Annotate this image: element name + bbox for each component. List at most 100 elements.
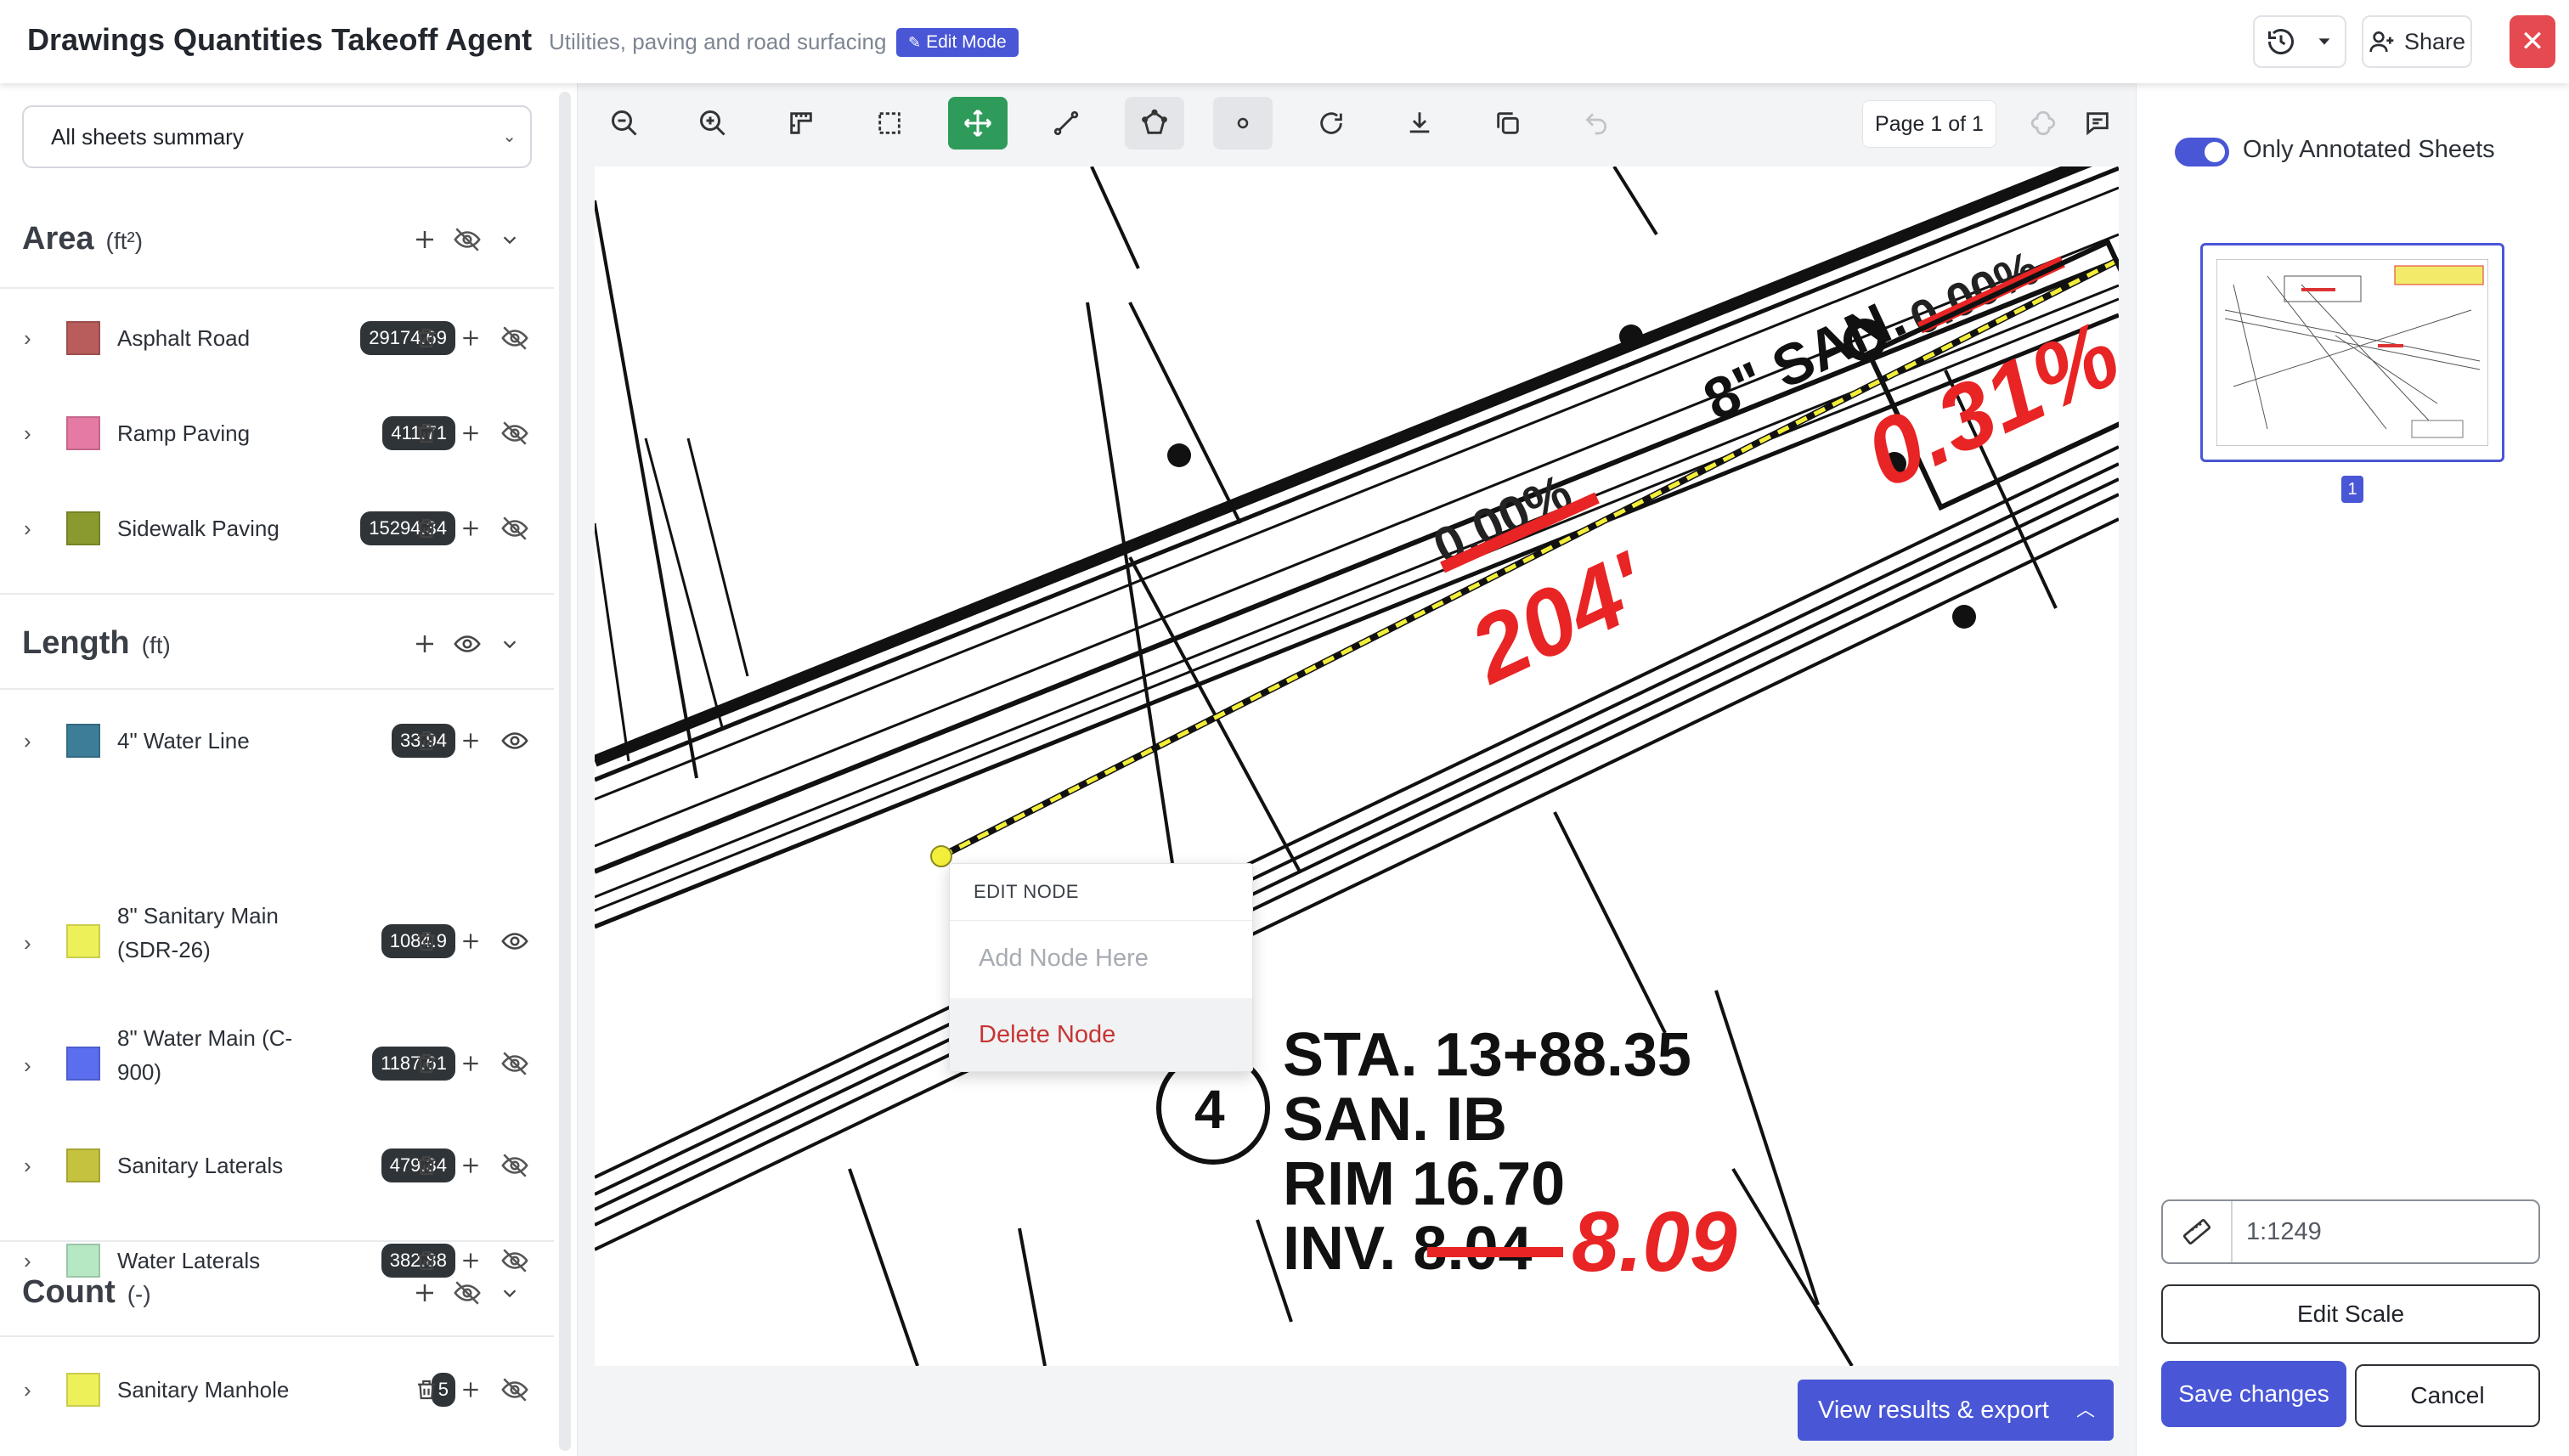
color-swatch[interactable] bbox=[66, 924, 100, 958]
chevron-down-icon[interactable] bbox=[494, 629, 525, 659]
sheet-select[interactable]: All sheets summary ⌄ bbox=[22, 105, 532, 168]
eye-icon[interactable] bbox=[500, 926, 530, 957]
download-icon[interactable] bbox=[1390, 97, 1449, 150]
add-icon[interactable] bbox=[455, 725, 486, 756]
list-item-sidewalk-paving[interactable]: › Sidewalk Paving 15294.34 bbox=[0, 486, 554, 571]
add-icon[interactable] bbox=[455, 1048, 486, 1079]
undo-icon[interactable] bbox=[1567, 97, 1626, 150]
measure-icon[interactable] bbox=[771, 97, 831, 150]
only-annotated-toggle[interactable] bbox=[2175, 138, 2229, 166]
comment-icon[interactable] bbox=[2068, 97, 2127, 150]
project-subtitle: Utilities, paving and road surfacing bbox=[549, 29, 887, 54]
point-icon[interactable] bbox=[1213, 97, 1273, 150]
delete-node-menu-item[interactable]: Delete Node bbox=[950, 998, 1252, 1071]
save-changes-button[interactable]: Save changes bbox=[2161, 1361, 2346, 1427]
color-swatch[interactable] bbox=[66, 416, 100, 450]
eye-off-icon[interactable] bbox=[452, 224, 483, 255]
color-swatch[interactable] bbox=[66, 1148, 100, 1182]
chevron-down-icon[interactable] bbox=[494, 1278, 525, 1308]
trash-icon[interactable] bbox=[411, 513, 442, 544]
share-button[interactable]: Share bbox=[2362, 15, 2472, 68]
trash-icon[interactable] bbox=[411, 1048, 442, 1079]
color-swatch[interactable] bbox=[66, 1047, 100, 1081]
chevron-right-icon[interactable]: › bbox=[24, 391, 31, 476]
chevron-right-icon[interactable]: › bbox=[24, 486, 31, 571]
add-icon[interactable] bbox=[409, 224, 440, 255]
scale-input[interactable]: 1:1249 bbox=[2246, 1201, 2322, 1262]
eye-off-icon[interactable] bbox=[500, 1150, 530, 1181]
list-item-sanitary-laterals[interactable]: › Sanitary Laterals 479.34 bbox=[0, 1123, 554, 1208]
chevron-right-icon[interactable]: › bbox=[24, 1123, 31, 1208]
color-swatch[interactable] bbox=[66, 1373, 100, 1407]
scale-field[interactable]: 1:1249 bbox=[2161, 1199, 2540, 1264]
eye-off-icon[interactable] bbox=[452, 1278, 483, 1308]
eye-off-icon[interactable] bbox=[500, 1048, 530, 1079]
add-icon[interactable] bbox=[409, 629, 440, 659]
close-icon: ✕ bbox=[2520, 25, 2545, 58]
add-icon[interactable] bbox=[455, 1150, 486, 1181]
cancel-button[interactable]: Cancel bbox=[2355, 1364, 2540, 1427]
chevron-right-icon[interactable]: › bbox=[24, 698, 31, 783]
trash-icon[interactable] bbox=[411, 418, 442, 449]
sheet-page-number: 1 bbox=[2341, 476, 2363, 503]
list-item-sanitary-manhole[interactable]: › Sanitary Manhole 5 bbox=[0, 1347, 554, 1432]
list-item-4in-water-line[interactable]: › 4" Water Line 33.94 bbox=[0, 698, 554, 783]
sheet-thumbnail[interactable] bbox=[2200, 243, 2504, 462]
copy-icon[interactable] bbox=[1478, 97, 1538, 150]
add-icon[interactable] bbox=[455, 323, 486, 353]
select-area-icon[interactable] bbox=[860, 97, 919, 150]
view-results-button[interactable]: View results & export ︿ bbox=[1798, 1380, 2114, 1441]
zoom-out-icon[interactable] bbox=[595, 97, 654, 150]
rotate-icon[interactable] bbox=[1301, 97, 1361, 150]
history-icon bbox=[2268, 29, 2294, 55]
chevron-right-icon[interactable]: › bbox=[24, 1347, 31, 1432]
trash-icon[interactable] bbox=[411, 926, 442, 957]
chevron-right-icon[interactable]: › bbox=[24, 1014, 31, 1116]
plan-drawing: 8" SAN. 0.00% 204' 0.00% 0.31% 4 STA. 13… bbox=[595, 166, 2119, 1366]
zoom-in-icon[interactable] bbox=[683, 97, 742, 150]
list-item-8in-water-main[interactable]: › 8" Water Main (C- 900) 1187.61 bbox=[0, 1014, 554, 1116]
chevron-down-icon[interactable] bbox=[494, 224, 525, 255]
trash-icon[interactable] bbox=[411, 725, 442, 756]
polygon-icon[interactable] bbox=[1125, 97, 1184, 150]
add-node-menu-item[interactable]: Add Node Here bbox=[950, 922, 1252, 995]
eye-icon[interactable] bbox=[452, 629, 483, 659]
share-label: Share bbox=[2403, 28, 2466, 54]
drawing-viewport[interactable]: 8" SAN. 0.00% 204' 0.00% 0.31% 4 STA. 13… bbox=[595, 166, 2119, 1366]
history-button[interactable] bbox=[2253, 15, 2346, 68]
list-item-ramp-paving[interactable]: › Ramp Paving 411.71 bbox=[0, 391, 554, 476]
color-swatch[interactable] bbox=[66, 511, 100, 545]
eye-off-icon[interactable] bbox=[500, 418, 530, 449]
add-icon[interactable] bbox=[455, 513, 486, 544]
eye-off-icon[interactable] bbox=[500, 513, 530, 544]
list-item-8in-sanitary-main[interactable]: › 8" Sanitary Main (SDR-26) 1084.9 bbox=[0, 892, 554, 994]
ai-icon[interactable] bbox=[2013, 97, 2073, 150]
close-button[interactable]: ✕ bbox=[2510, 15, 2555, 68]
item-label: Ramp Paving bbox=[117, 420, 251, 446]
add-icon[interactable] bbox=[455, 418, 486, 449]
section-title: Count bbox=[22, 1274, 116, 1310]
eye-off-icon[interactable] bbox=[500, 1374, 530, 1405]
add-icon[interactable] bbox=[455, 926, 486, 957]
color-swatch[interactable] bbox=[66, 321, 100, 355]
section-header-length: Length (ft) bbox=[22, 617, 549, 668]
edit-scale-button[interactable]: Edit Scale bbox=[2161, 1284, 2540, 1344]
add-icon[interactable] bbox=[455, 1374, 486, 1405]
chevron-right-icon[interactable]: › bbox=[24, 296, 31, 381]
drawing-label-san-id: SAN. IB bbox=[1283, 1086, 1507, 1154]
color-swatch[interactable] bbox=[66, 724, 100, 758]
move-icon[interactable] bbox=[948, 97, 1008, 150]
item-label: Sidewalk Paving bbox=[117, 516, 279, 541]
divider bbox=[0, 287, 554, 289]
eye-off-icon[interactable] bbox=[500, 323, 530, 353]
sidebar-scrollbar[interactable] bbox=[559, 92, 571, 1451]
eye-icon[interactable] bbox=[500, 725, 530, 756]
trash-icon[interactable] bbox=[411, 1150, 442, 1181]
line-icon[interactable] bbox=[1036, 97, 1096, 150]
chevron-right-icon[interactable]: › bbox=[24, 892, 31, 994]
view-results-label: View results & export bbox=[1818, 1397, 2049, 1424]
list-item-asphalt-road[interactable]: › Asphalt Road 29174.69 bbox=[0, 296, 554, 381]
trash-icon[interactable] bbox=[411, 323, 442, 353]
trash-icon[interactable] bbox=[411, 1374, 442, 1405]
add-icon[interactable] bbox=[409, 1278, 440, 1308]
